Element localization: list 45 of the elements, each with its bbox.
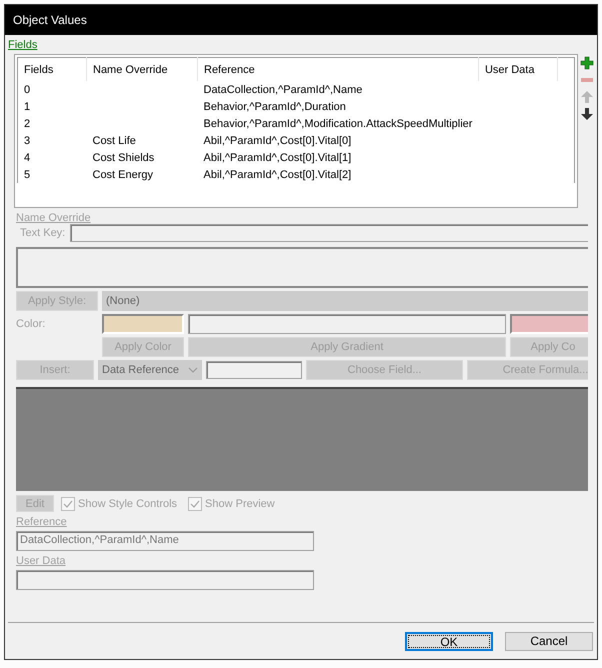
table-row[interactable]: 4 Cost Shields Abil,^ParamId^,Cost[0].Vital[1] xyxy=(18,149,574,166)
user-data-field[interactable] xyxy=(16,570,314,590)
table-cell-text: Abil,^ParamId^,Cost[0].Vital[1] xyxy=(202,150,352,166)
table-cell: 3 xyxy=(18,132,86,149)
window-title: Object Values xyxy=(13,13,87,27)
table-cell: 0 xyxy=(18,81,86,98)
table-row[interactable]: 2 Behavior,^ParamId^,Modification.AttackSpeedMultiplier xyxy=(18,115,574,132)
checkbox-label: Show Style Controls xyxy=(78,498,178,510)
table-cell-text: Cost Shields xyxy=(92,150,156,166)
field-label: Text Key: xyxy=(19,227,66,239)
gradient-field[interactable] xyxy=(188,314,506,334)
text-area[interactable] xyxy=(16,247,588,288)
table-cell-text: Behavior,^ParamId^,Duration xyxy=(202,100,347,114)
section-label: Name Override xyxy=(16,212,91,224)
chevron-down-icon xyxy=(188,367,198,373)
table-cell-text: Cost Life xyxy=(92,134,137,148)
down-arrow-icon[interactable] xyxy=(580,107,594,121)
reference-field[interactable]: DataCollection,^ParamId^,Name xyxy=(16,531,314,551)
plus-icon[interactable] xyxy=(580,56,594,70)
table-cell: 2 xyxy=(18,115,86,132)
text-key-field[interactable] xyxy=(70,224,588,242)
table-cell: 1 xyxy=(18,98,86,115)
cancel-button[interactable]: Cancel xyxy=(505,632,593,650)
table-row[interactable]: 1 Behavior,^ParamId^,Duration xyxy=(18,98,574,115)
table-row[interactable]: 5 Cost Energy Abil,^ParamId^,Cost[0].Vital[2] xyxy=(18,166,574,183)
column-header: Reference xyxy=(198,58,478,81)
table-cell: 5 xyxy=(18,166,86,183)
table-cell: 4 xyxy=(18,149,86,166)
fields-link[interactable]: Fields xyxy=(8,39,38,51)
column-header: Fields xyxy=(18,58,86,81)
checkbox-label: Show Preview xyxy=(205,498,275,510)
field-label: Color: xyxy=(16,318,46,330)
ok-button[interactable]: OK xyxy=(405,632,493,650)
table-cell-text: Abil,^ParamId^,Cost[0].Vital[0] xyxy=(202,134,352,148)
text-field[interactable] xyxy=(206,361,302,379)
table-row[interactable]: 0 DataCollection,^ParamId^,Name xyxy=(18,81,574,98)
section-label: Reference xyxy=(16,516,67,528)
table-cell-text: Abil,^ParamId^,Cost[0].Vital[2] xyxy=(202,168,352,182)
column-header: User Data xyxy=(478,58,558,81)
column-header: Name Override xyxy=(86,58,198,81)
table-cell: DataCollection,^ParamId^,Name xyxy=(198,81,478,98)
table-cell-text: Behavior,^ParamId^,Modification.AttackSpeedMultiplier xyxy=(202,116,474,132)
table-row[interactable]: 3 Cost Life Abil,^ParamId^,Cost[0].Vital[0] xyxy=(18,132,574,149)
section-label: User Data xyxy=(16,555,66,567)
table-cell-text: Cost Energy xyxy=(92,168,154,182)
